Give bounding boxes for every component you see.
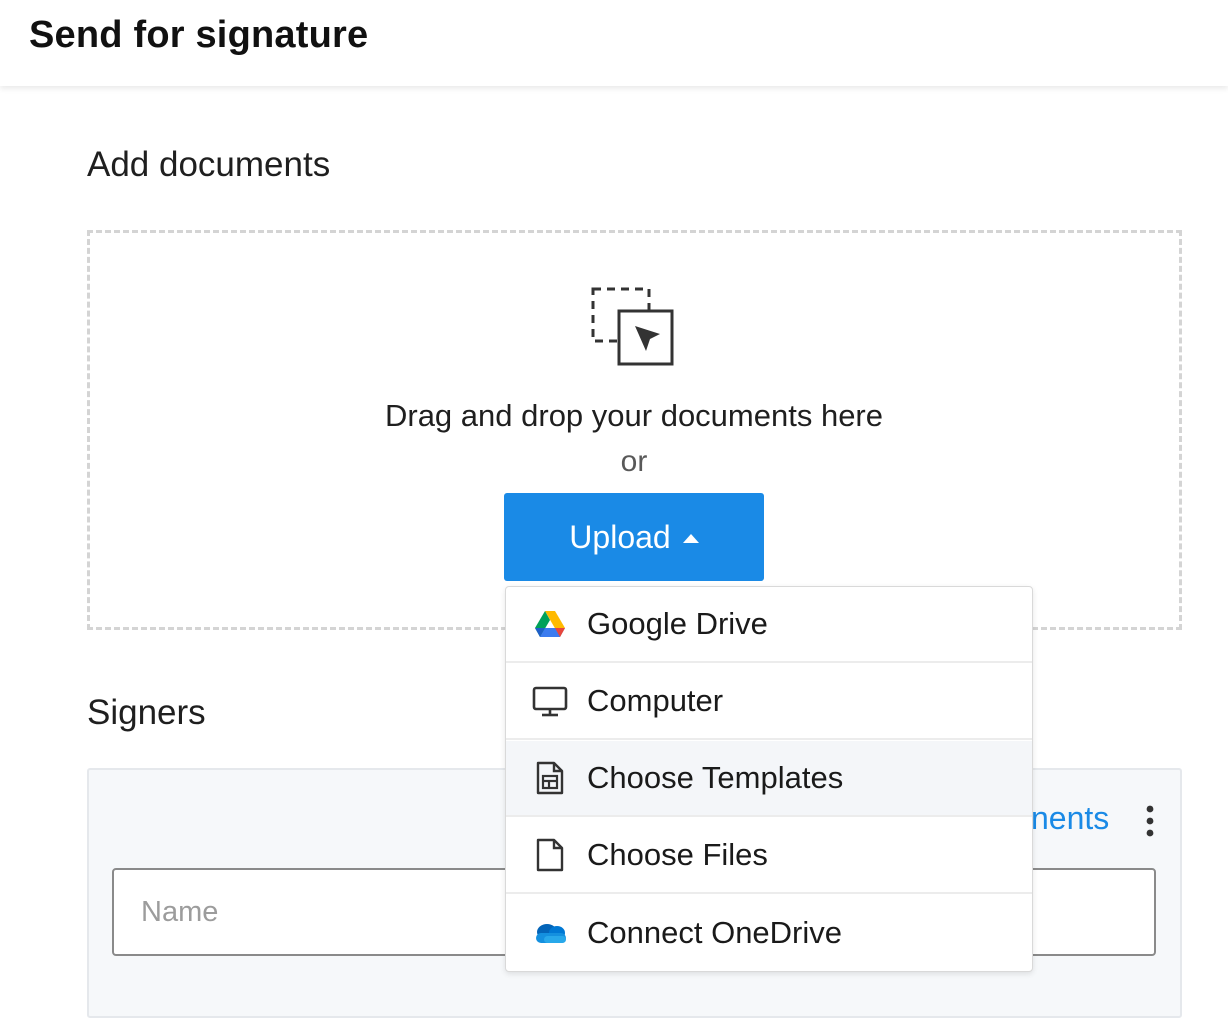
menu-item-label: Connect OneDrive (587, 915, 843, 950)
or-text: or (620, 445, 648, 478)
page-title: Send for signature (29, 14, 369, 56)
monitor-icon (532, 683, 568, 719)
upload-button[interactable]: Upload (504, 493, 764, 581)
menu-item-computer[interactable]: Computer (506, 664, 1032, 740)
send-for-signature-page: Send for signature Add documents Drag an… (0, 0, 1228, 1030)
menu-item-label: Choose Files (587, 837, 768, 872)
menu-item-choose-files[interactable]: Choose Files (506, 818, 1032, 894)
template-icon (532, 760, 568, 796)
upload-button-label: Upload (569, 518, 671, 555)
menu-item-label: Computer (587, 683, 724, 718)
add-documents-heading: Add documents (87, 145, 331, 184)
upload-dropdown-menu: Google Drive Computer Choose Templates C… (505, 586, 1033, 972)
signers-heading: Signers (87, 693, 206, 732)
page-header: Send for signature (0, 0, 1228, 86)
recipients-link[interactable]: nents (1031, 800, 1121, 837)
menu-item-label: Choose Templates (587, 760, 844, 795)
google-drive-icon (532, 606, 568, 642)
more-options-icon[interactable] (1143, 804, 1157, 838)
menu-item-google-drive[interactable]: Google Drive (506, 587, 1032, 663)
caret-up-icon (682, 533, 699, 543)
menu-item-choose-templates[interactable]: Choose Templates (506, 741, 1032, 817)
menu-item-label: Google Drive (587, 606, 768, 641)
onedrive-icon (532, 915, 568, 951)
drag-drop-icon (591, 287, 674, 366)
drag-drop-text: Drag and drop your documents here (384, 398, 883, 433)
menu-item-connect-onedrive[interactable]: Connect OneDrive (506, 895, 1032, 971)
file-icon (532, 837, 568, 873)
